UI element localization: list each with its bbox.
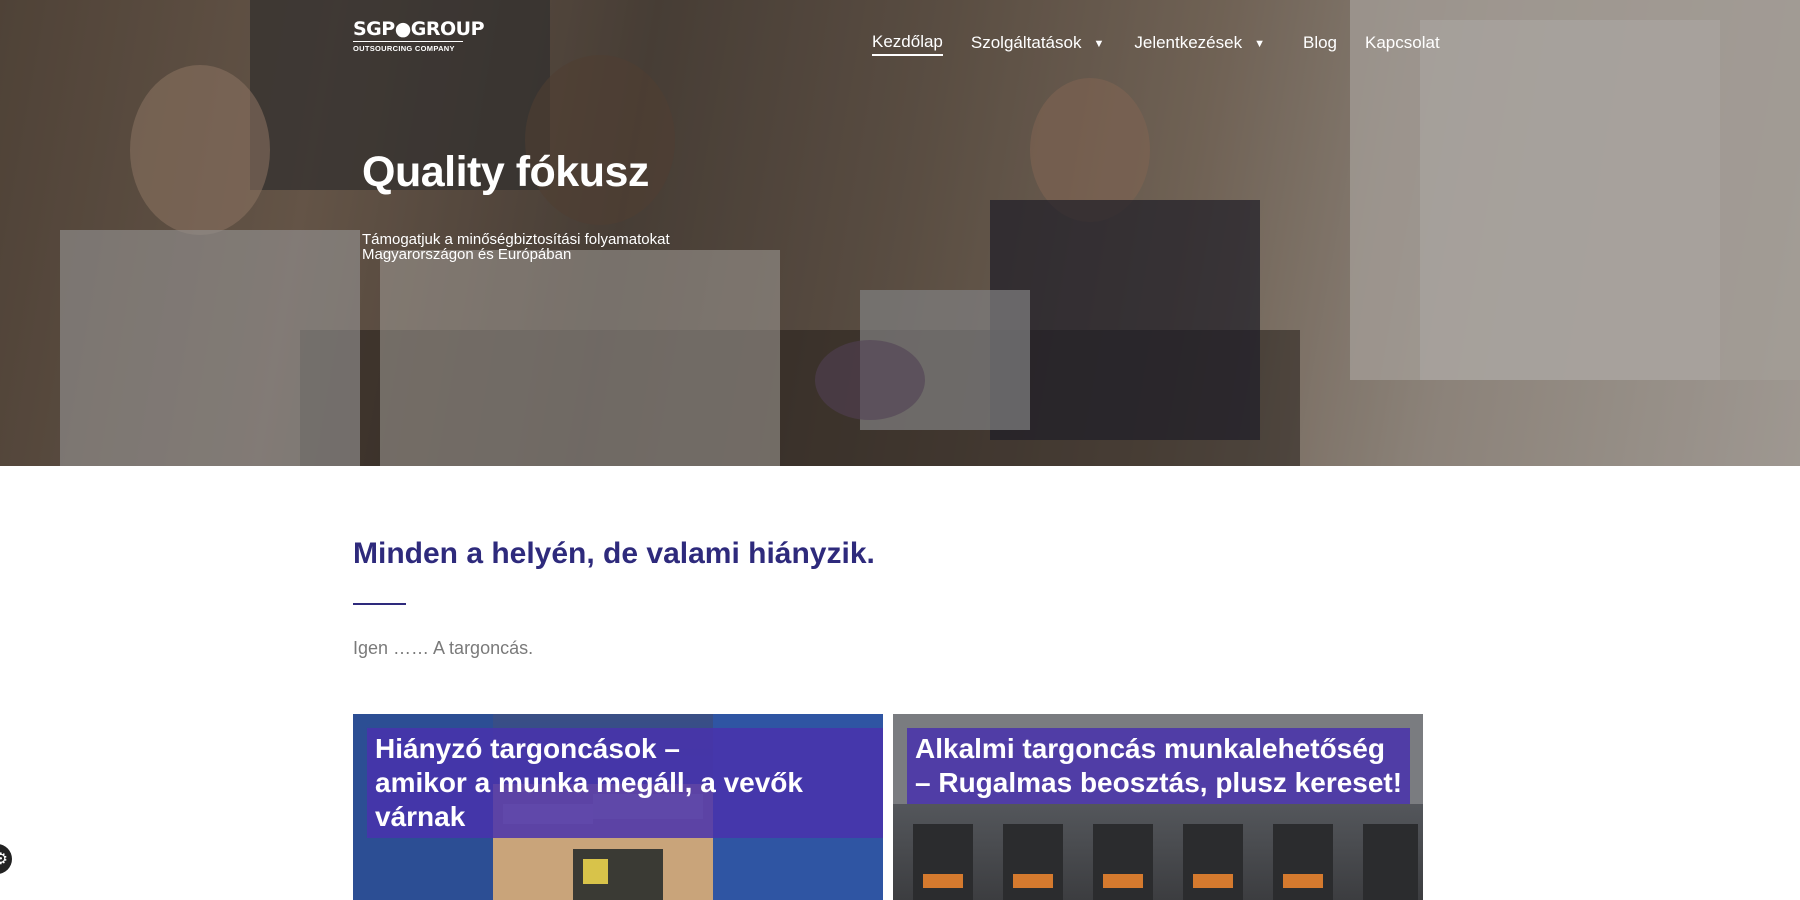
nav-item-label: Blog	[1302, 33, 1338, 52]
hero-subtitle-line: Támogatjuk a minőségbiztosítási folyamat…	[362, 231, 670, 248]
card-title-line: amikor a munka megáll, a vevők várnak	[375, 767, 803, 832]
card-title-line: – Rugalmas beosztás, plusz kereset!	[915, 767, 1403, 798]
card-title: Alkalmi targoncás munkalehetőség – Rugal…	[907, 728, 1411, 804]
hero-subtitle: Támogatjuk a minőségbiztosítási folyamat…	[362, 232, 722, 262]
caret-down-icon: ▼	[1093, 38, 1105, 50]
hero-title: Quality fókusz	[362, 148, 649, 196]
logo-underline	[353, 41, 463, 42]
hero-banner: SGP●GROUP OUTSOURCING COMPANY Kezdőlap S…	[0, 0, 1800, 466]
blog-card-casual-forklift-job[interactable]: Alkalmi targoncás munkalehetőség – Rugal…	[893, 714, 1423, 900]
accessibility-icon[interactable]: ⚙	[0, 844, 12, 874]
nav-item-home[interactable]: Kezdőlap	[872, 32, 943, 56]
card-title-line: Alkalmi targoncás munkalehetőség	[915, 733, 1385, 764]
nav-item-label: Jelentkezések	[1134, 33, 1243, 52]
nav-item-label: Szolgáltatások	[970, 33, 1082, 52]
logo-tagline: OUTSOURCING COMPANY	[353, 44, 455, 53]
hero-overlay	[0, 0, 1800, 466]
site-logo[interactable]: SGP●GROUP OUTSOURCING COMPANY	[353, 18, 485, 54]
title-divider	[353, 603, 406, 605]
logo-wordmark: SGP●GROUP	[353, 18, 485, 40]
card-title: Hiányzó targoncások – amikor a munka meg…	[367, 728, 883, 838]
nav-item-blog[interactable]: Blog	[1303, 33, 1337, 55]
nav-item-label: Kezdőlap	[872, 32, 943, 56]
section-title: Minden a helyén, de valami hiányzik.	[353, 537, 875, 570]
card-title-line: Hiányzó targoncások –	[375, 733, 680, 764]
blog-card-missing-forklift-drivers[interactable]: Hiányzó targoncások – amikor a munka meg…	[353, 714, 883, 900]
nav-item-applications[interactable]: Jelentkezések ▼	[1134, 33, 1265, 55]
nav-item-label: Kapcsolat	[1365, 33, 1440, 52]
hero-subtitle-line: Magyarországon és Európában	[362, 246, 572, 263]
nav-item-contact[interactable]: Kapcsolat	[1365, 33, 1440, 55]
caret-down-icon: ▼	[1254, 38, 1265, 50]
section-text: Igen …… A targoncás.	[353, 638, 534, 658]
main-navigation: Kezdőlap Szolgáltatások ▼ Jelentkezések …	[872, 32, 1440, 56]
nav-item-services[interactable]: Szolgáltatások ▼	[971, 33, 1104, 55]
